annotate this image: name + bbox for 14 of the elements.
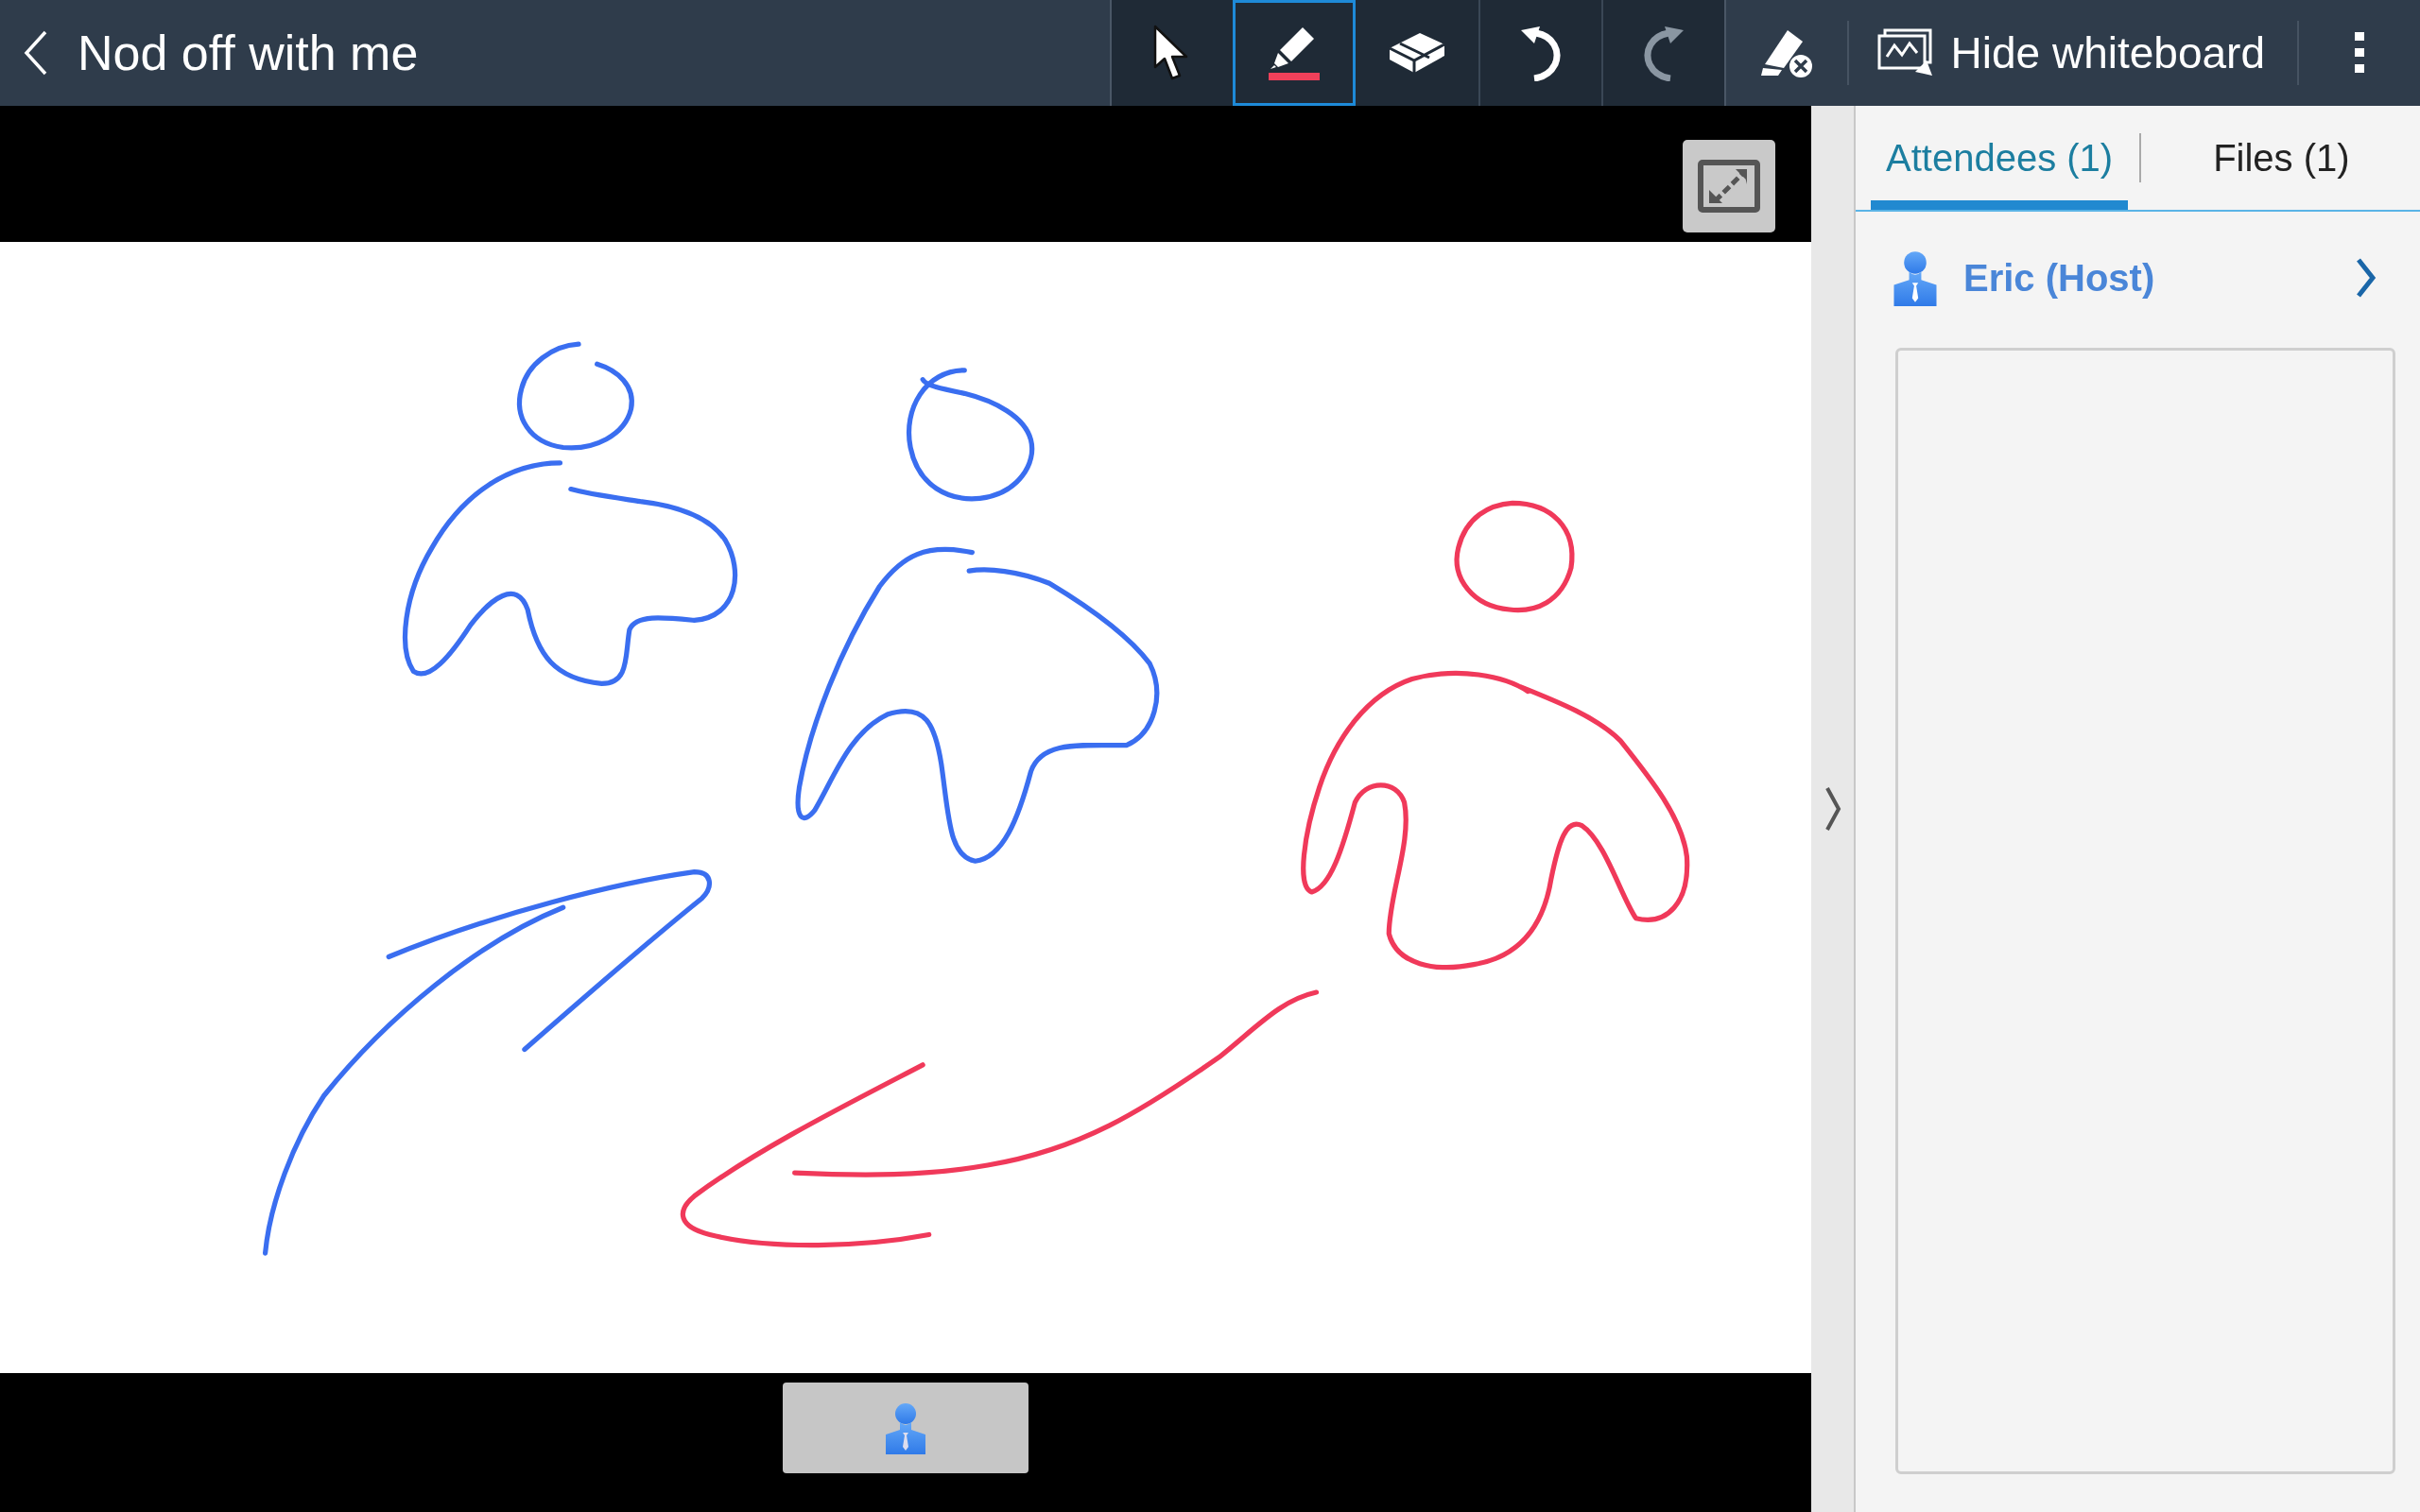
person-icon: [884, 1401, 927, 1454]
chevron-right-icon: [2356, 257, 2377, 299]
more-options-icon: [2353, 32, 2366, 74]
panel-tab[interactable]: Files (1): [2198, 106, 2365, 210]
expand-icon: [1698, 160, 1760, 213]
hide-whiteboard-button[interactable]: Hide whiteboard: [1846, 21, 2299, 85]
meeting-title: Nod off with me: [78, 25, 419, 81]
attendee-name: Eric (Host): [1963, 256, 2156, 300]
redo-icon: [1641, 25, 1685, 81]
panel-tab[interactable]: Attendees (1): [1871, 106, 2129, 210]
whiteboard-icon: [1876, 28, 1934, 77]
fullscreen-button[interactable]: [1683, 140, 1775, 232]
pen-tool-button[interactable]: [1232, 0, 1356, 106]
panel-toggle-handle[interactable]: [1811, 106, 1856, 1512]
